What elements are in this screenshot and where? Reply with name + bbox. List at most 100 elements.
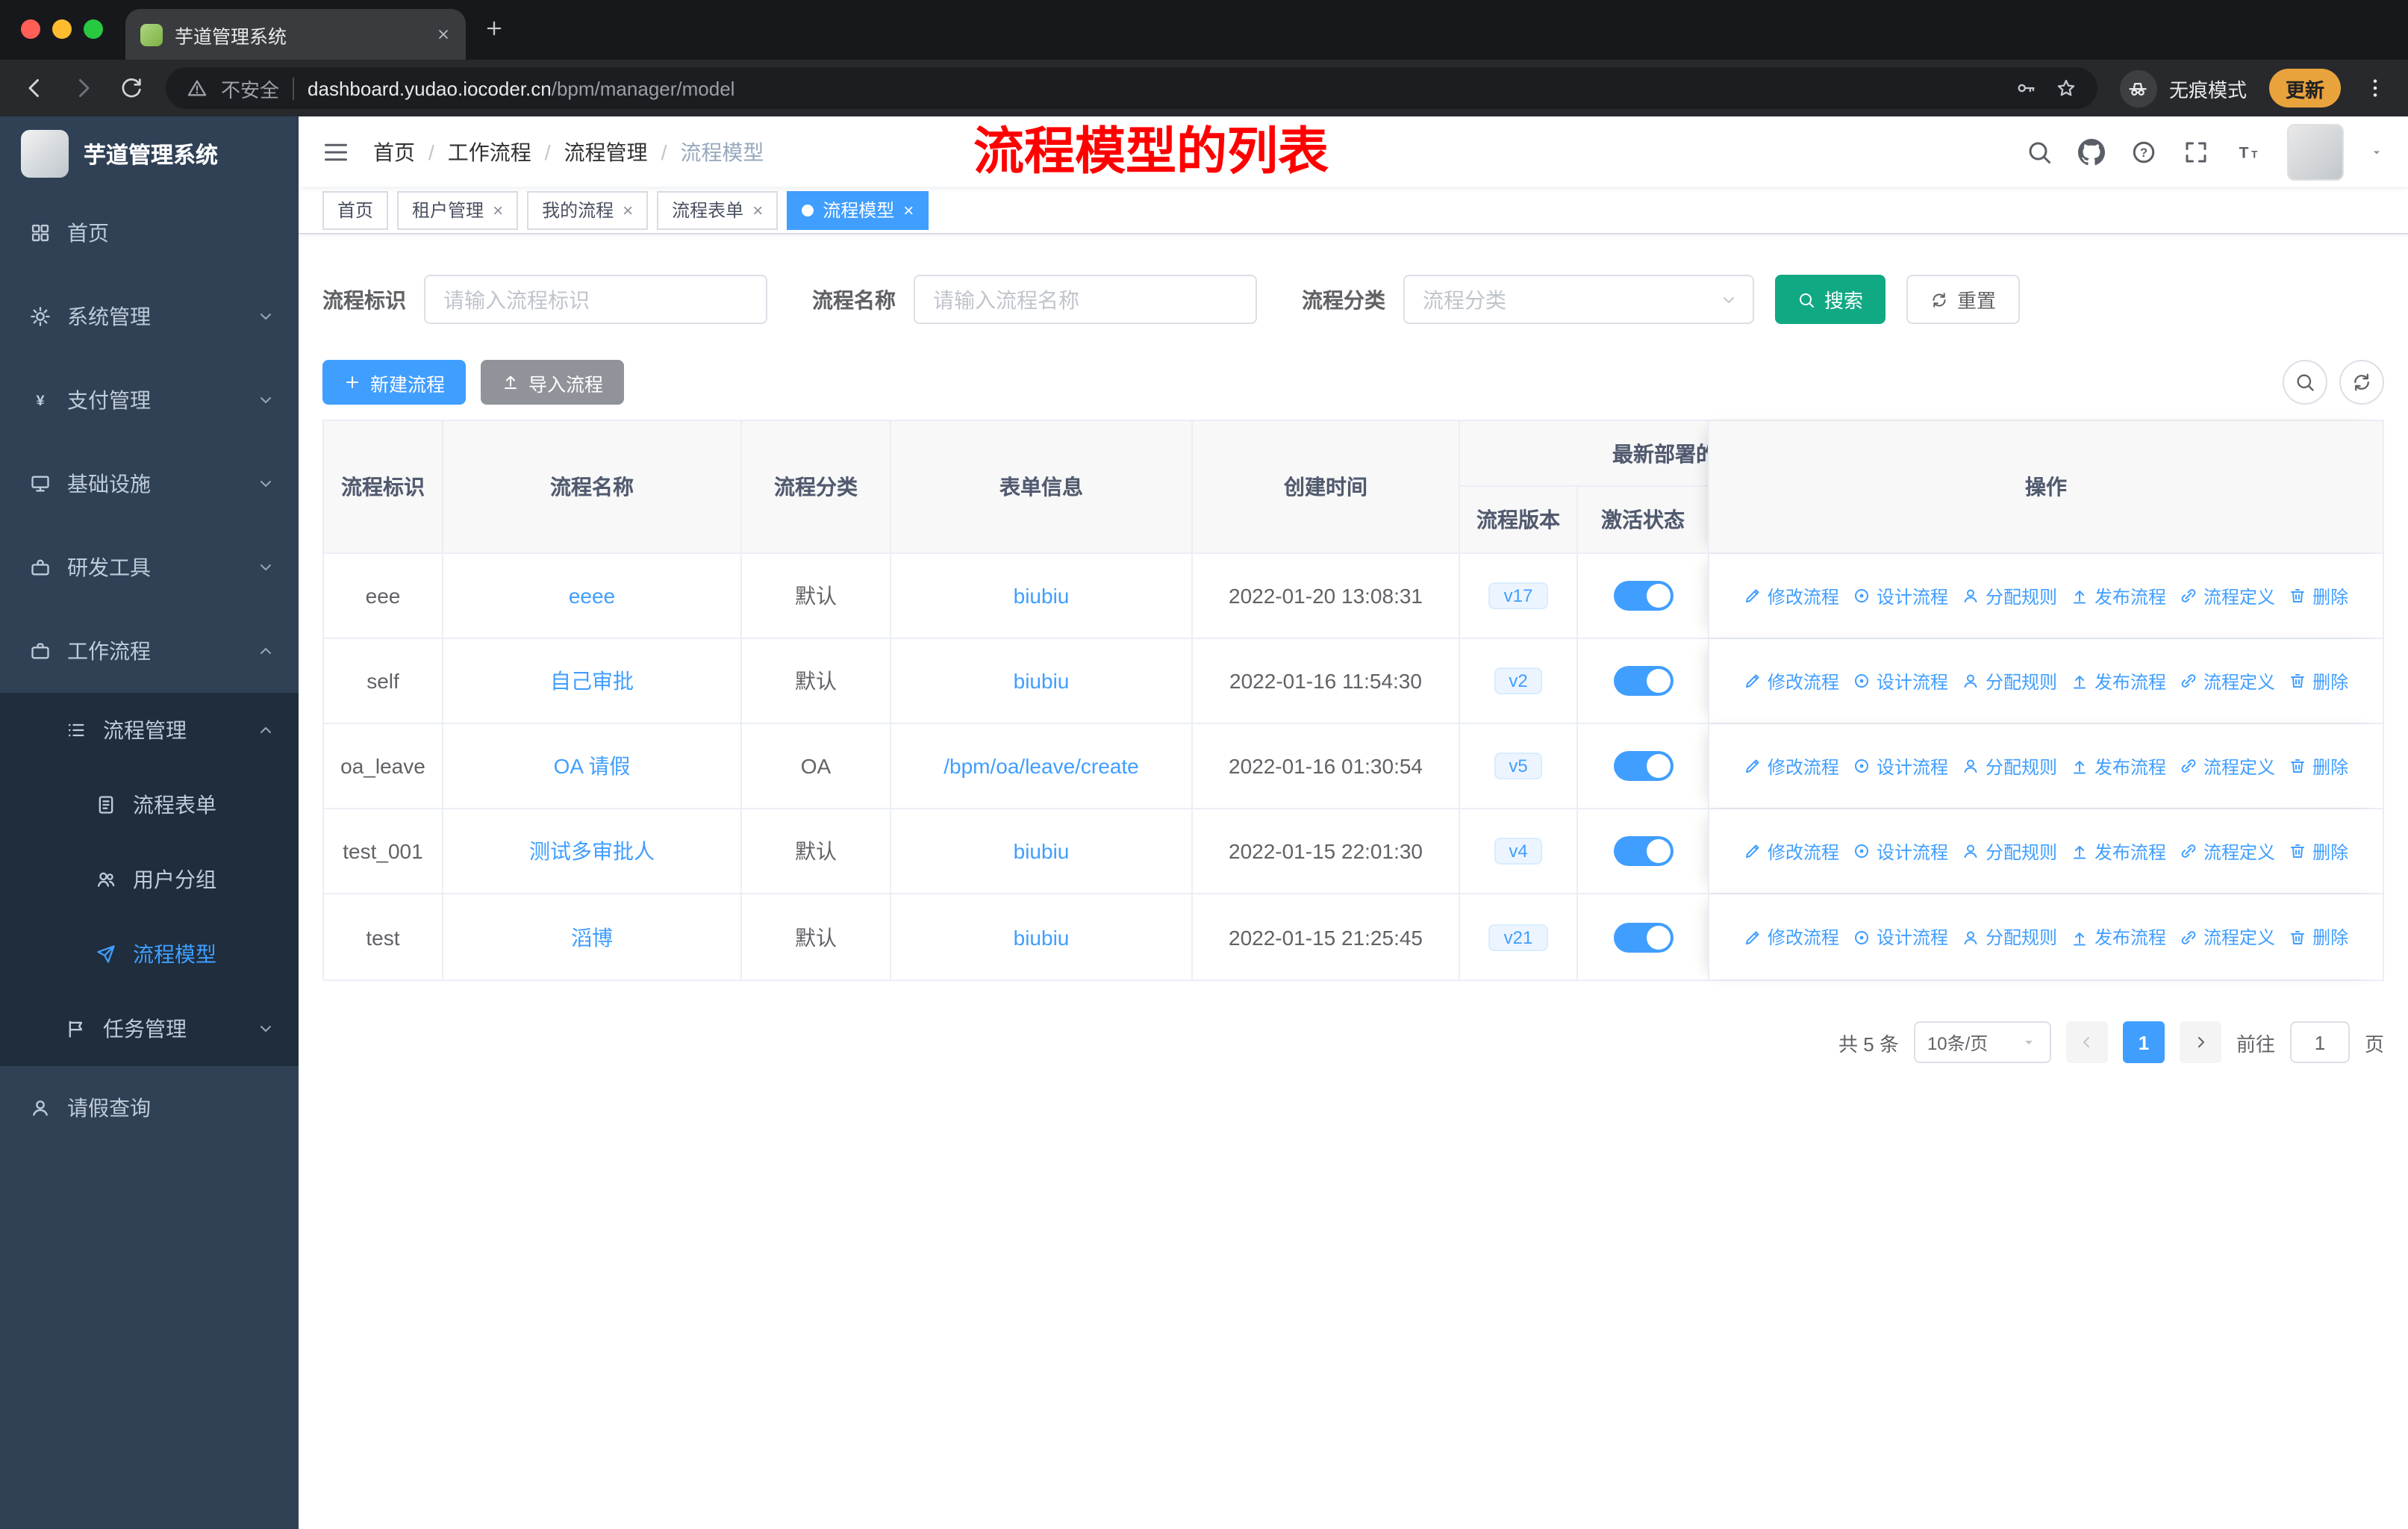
model-name-link[interactable]: 自己审批	[550, 666, 634, 696]
tag-my-process[interactable]: 我的流程 ×	[527, 190, 649, 229]
refresh-table-button[interactable]	[2339, 360, 2384, 405]
sidebar-item-system-management[interactable]: 系统管理	[0, 275, 299, 358]
page-1-button[interactable]: 1	[2122, 1021, 2165, 1063]
action-design-link[interactable]: 设计流程	[1853, 924, 1948, 950]
action-definition-link[interactable]: 流程定义	[2180, 753, 2275, 779]
action-delete-link[interactable]: 删除	[2289, 668, 2348, 694]
action-assign-link[interactable]: 分配规则	[1962, 583, 2057, 608]
active-toggle[interactable]	[1613, 581, 1673, 611]
forward-icon[interactable]	[70, 75, 97, 102]
search-icon[interactable]	[2026, 138, 2053, 165]
action-publish-link[interactable]: 发布流程	[2071, 753, 2166, 779]
form-link[interactable]: biubiu	[1014, 669, 1070, 693]
help-icon[interactable]	[2130, 138, 2157, 165]
sidebar-item-process-management[interactable]: 流程管理	[0, 693, 299, 767]
action-edit-link[interactable]: 修改流程	[1744, 583, 1839, 608]
close-icon[interactable]: ×	[493, 199, 503, 220]
sidebar-item-infrastructure[interactable]: 基础设施	[0, 442, 299, 526]
action-edit-link[interactable]: 修改流程	[1744, 924, 1839, 950]
action-assign-link[interactable]: 分配规则	[1962, 924, 2057, 950]
sidebar-item-leave-query[interactable]: 请假查询	[0, 1066, 299, 1150]
action-definition-link[interactable]: 流程定义	[2180, 838, 2275, 864]
tag-process-model[interactable]: 流程模型 ×	[787, 190, 929, 229]
sidebar-item-payment-management[interactable]: 支付管理	[0, 358, 299, 442]
font-size-icon[interactable]	[2235, 138, 2262, 165]
next-page-button[interactable]	[2179, 1021, 2221, 1063]
model-name-link[interactable]: 滔博	[571, 922, 613, 952]
github-icon[interactable]	[2078, 138, 2105, 165]
address-bar[interactable]: 不安全 dashboard.yudao.iocoder.cn/bpm/manag…	[166, 67, 2097, 109]
form-link[interactable]: biubiu	[1014, 839, 1070, 863]
close-tab-icon[interactable]	[436, 27, 451, 42]
action-assign-link[interactable]: 分配规则	[1962, 838, 2057, 864]
not-secure-warning-icon[interactable]	[187, 78, 208, 99]
close-icon[interactable]: ×	[752, 199, 763, 220]
action-delete-link[interactable]: 删除	[2289, 753, 2348, 779]
process-name-input[interactable]	[914, 275, 1257, 324]
close-window-button[interactable]	[21, 19, 40, 39]
breadcrumb-item-workflow[interactable]: 工作流程	[448, 137, 531, 166]
action-definition-link[interactable]: 流程定义	[2180, 668, 2275, 694]
search-button[interactable]: 搜索	[1775, 275, 1886, 324]
breadcrumb-item-process-management[interactable]: 流程管理	[564, 137, 648, 166]
sidebar-item-process-form[interactable]: 流程表单	[0, 767, 299, 842]
process-id-input[interactable]	[424, 275, 767, 324]
reset-button[interactable]: 重置	[1906, 275, 2021, 324]
tag-home[interactable]: 首页	[322, 190, 389, 229]
create-process-button[interactable]: 新建流程	[322, 360, 467, 405]
password-key-icon[interactable]	[2015, 78, 2036, 99]
minimize-window-button[interactable]	[52, 19, 72, 39]
action-definition-link[interactable]: 流程定义	[2180, 924, 2275, 950]
model-name-link[interactable]: OA 请假	[554, 751, 631, 781]
action-assign-link[interactable]: 分配规则	[1962, 753, 2057, 779]
action-delete-link[interactable]: 删除	[2289, 583, 2348, 608]
import-process-button[interactable]: 导入流程	[481, 360, 625, 405]
action-publish-link[interactable]: 发布流程	[2071, 583, 2166, 608]
action-delete-link[interactable]: 删除	[2289, 924, 2348, 950]
action-delete-link[interactable]: 删除	[2289, 838, 2348, 864]
zoom-window-button[interactable]	[84, 19, 103, 39]
action-edit-link[interactable]: 修改流程	[1744, 753, 1839, 779]
tag-process-form[interactable]: 流程表单 ×	[657, 190, 779, 229]
active-toggle[interactable]	[1613, 666, 1673, 696]
breadcrumb-item-home[interactable]: 首页	[373, 137, 415, 166]
form-link[interactable]: /bpm/oa/leave/create	[943, 754, 1139, 778]
action-design-link[interactable]: 设计流程	[1853, 838, 1948, 864]
action-publish-link[interactable]: 发布流程	[2071, 838, 2166, 864]
action-assign-link[interactable]: 分配规则	[1962, 668, 2057, 694]
reload-icon[interactable]	[119, 76, 143, 100]
model-name-link[interactable]: eeee	[569, 584, 615, 608]
sidebar-item-task-management[interactable]: 任务管理	[0, 991, 299, 1066]
action-publish-link[interactable]: 发布流程	[2071, 924, 2166, 950]
sidebar-item-process-model[interactable]: 流程模型	[0, 917, 299, 991]
action-design-link[interactable]: 设计流程	[1853, 668, 1948, 694]
goto-page-input[interactable]	[2289, 1021, 2350, 1063]
fullscreen-icon[interactable]	[2183, 138, 2209, 165]
page-size-select[interactable]: 10条/页	[1913, 1021, 2051, 1063]
action-design-link[interactable]: 设计流程	[1853, 583, 1948, 608]
process-category-select[interactable]: 流程分类	[1403, 275, 1754, 324]
prev-page-button[interactable]	[2065, 1021, 2108, 1063]
active-toggle[interactable]	[1613, 922, 1673, 952]
toggle-search-button[interactable]	[2283, 360, 2327, 405]
model-name-link[interactable]: 测试多审批人	[529, 836, 655, 866]
active-toggle[interactable]	[1613, 836, 1673, 866]
browser-tab[interactable]: 芋道管理系统	[125, 9, 466, 60]
sidebar-item-home[interactable]: 首页	[0, 191, 299, 275]
browser-menu-icon[interactable]	[2363, 76, 2387, 100]
tag-tenant-management[interactable]: 租户管理 ×	[397, 190, 519, 229]
update-button[interactable]: 更新	[2268, 69, 2341, 108]
form-link[interactable]: biubiu	[1014, 584, 1070, 608]
sidebar-item-dev-tools[interactable]: 研发工具	[0, 526, 299, 609]
close-icon[interactable]: ×	[623, 199, 633, 220]
avatar-caret-icon[interactable]	[2369, 144, 2384, 159]
close-icon[interactable]: ×	[903, 199, 914, 220]
active-toggle[interactable]	[1613, 751, 1673, 781]
sidebar-item-workflow[interactable]: 工作流程	[0, 609, 299, 693]
action-publish-link[interactable]: 发布流程	[2071, 668, 2166, 694]
action-edit-link[interactable]: 修改流程	[1744, 838, 1839, 864]
sidebar-item-user-group[interactable]: 用户分组	[0, 842, 299, 917]
action-definition-link[interactable]: 流程定义	[2180, 583, 2275, 608]
hamburger-menu-icon[interactable]	[322, 138, 349, 165]
action-edit-link[interactable]: 修改流程	[1744, 668, 1839, 694]
